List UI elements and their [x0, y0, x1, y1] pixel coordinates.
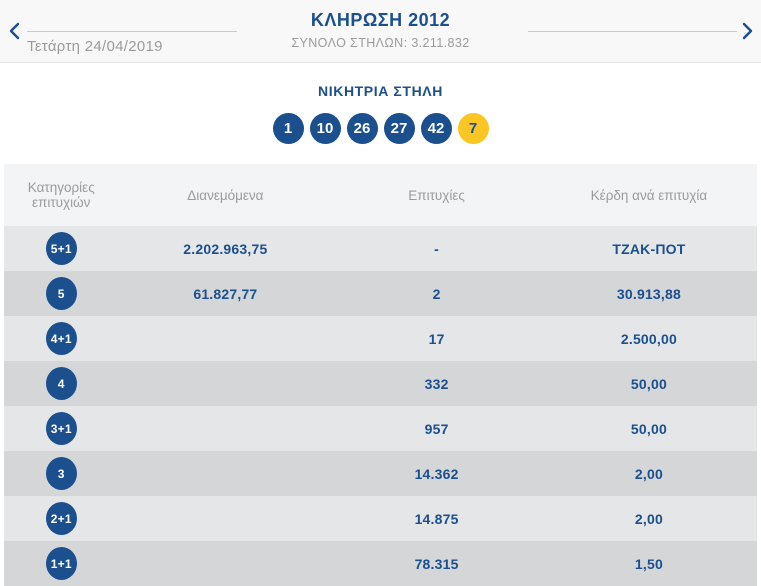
winners-count: 78.315 — [332, 541, 541, 586]
total-columns-label: ΣΥΝΟΛΟ ΣΤΗΛΩΝ: 3.211.832 — [291, 36, 470, 50]
winning-number-ball: 42 — [420, 113, 452, 144]
column-header-winners: Επιτυχίες — [332, 164, 541, 226]
category-badge: 1+1 — [45, 547, 77, 580]
category-badge: 5 — [45, 277, 77, 310]
next-draw-button[interactable] — [737, 21, 757, 41]
category-badge: 4 — [45, 367, 77, 400]
winning-column-heading: ΝΙΚΗΤΡΙΑ ΣΤΗΛΗ — [318, 83, 443, 99]
prize-per-winner: 2,00 — [540, 451, 757, 496]
table-row: 1+1 78.315 1,50 — [4, 541, 757, 586]
table-row: 5 61.827,77 2 30.913,88 — [4, 271, 757, 316]
winners-count: 2 — [332, 271, 541, 316]
prize-per-winner: 2.500,00 — [540, 316, 757, 361]
table-row: 3+1 957 50,00 — [4, 406, 757, 451]
chevron-right-icon — [737, 21, 757, 41]
table-row: 4 332 50,00 — [4, 361, 757, 406]
winners-count: - — [332, 226, 541, 271]
draw-navigation-bar: Τετάρτη 24/04/2019 ΚΛΗΡΩΣΗ 2012 ΣΥΝΟΛΟ Σ… — [0, 0, 761, 63]
category-badge: 5+1 — [45, 232, 77, 265]
table-row: 4+1 17 2.500,00 — [4, 316, 757, 361]
table-row: 3 14.362 2,00 — [4, 451, 757, 496]
prize-per-winner: 1,50 — [540, 541, 757, 586]
category-badge: 3 — [45, 457, 77, 490]
winning-numbers: 1 10 26 27 42 7 — [0, 113, 761, 144]
winning-column-section: ΝΙΚΗΤΡΙΑ ΣΤΗΛΗ 1 10 26 27 42 7 — [0, 63, 761, 144]
right-divider-line — [528, 31, 737, 32]
category-badge: 4+1 — [45, 322, 77, 355]
prize-per-winner: 2,00 — [540, 496, 757, 541]
distributed-amount: 61.827,77 — [118, 271, 333, 316]
prize-per-winner: 30.913,88 — [540, 271, 757, 316]
winners-count: 17 — [332, 316, 541, 361]
winners-count: 332 — [332, 361, 541, 406]
bonus-number-ball: 7 — [457, 113, 489, 144]
winning-number-ball: 10 — [309, 113, 341, 144]
column-header-categories: Κατηγορίες επιτυχιών — [4, 164, 119, 226]
category-badge: 3+1 — [45, 412, 77, 445]
table-row: 5+1 2.202.963,75 - ΤΖΑΚ-ΠΟΤ — [4, 226, 757, 271]
distributed-amount — [118, 361, 333, 406]
distributed-amount — [118, 541, 333, 586]
column-header-distributed: Διανεμόμενα — [118, 164, 333, 226]
results-table-body: 5+1 2.202.963,75 - ΤΖΑΚ-ΠΟΤ 5 61.827,77 … — [4, 226, 757, 586]
distributed-amount — [118, 406, 333, 451]
distributed-amount — [118, 451, 333, 496]
prize-per-winner: 50,00 — [540, 361, 757, 406]
winning-number-ball: 27 — [383, 113, 415, 144]
distributed-amount: 2.202.963,75 — [118, 226, 333, 271]
prize-per-winner: 50,00 — [540, 406, 757, 451]
winning-number-ball: 26 — [346, 113, 378, 144]
category-badge: 2+1 — [45, 502, 77, 535]
prize-categories-table: Κατηγορίες επιτυχιών Διανεμόμενα Επιτυχί… — [4, 164, 757, 586]
winners-count: 14.362 — [332, 451, 541, 496]
winners-count: 957 — [332, 406, 541, 451]
left-divider-line — [27, 31, 237, 32]
draw-title: ΚΛΗΡΩΣΗ 2012 — [310, 10, 451, 30]
winners-count: 14.875 — [332, 496, 541, 541]
distributed-amount — [118, 316, 333, 361]
table-header-row: Κατηγορίες επιτυχιών Διανεμόμενα Επιτυχί… — [4, 164, 757, 226]
table-row: 2+1 14.875 2,00 — [4, 496, 757, 541]
winning-number-ball: 1 — [272, 113, 304, 144]
distributed-amount — [118, 496, 333, 541]
prize-per-winner: ΤΖΑΚ-ΠΟΤ — [540, 226, 757, 271]
column-header-prize: Κέρδη ανά επιτυχία — [540, 164, 757, 226]
